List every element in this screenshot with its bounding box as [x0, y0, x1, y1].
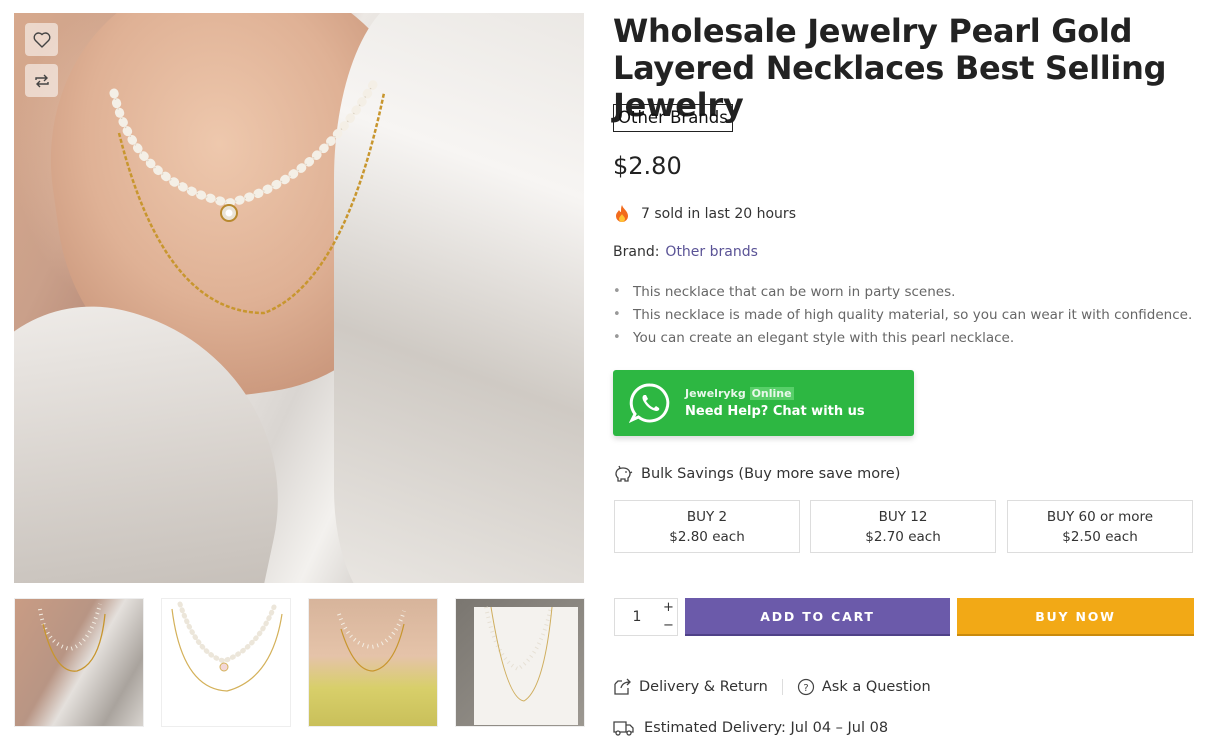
- brand-line: Brand: Other brands: [613, 244, 758, 260]
- bullet-icon: •: [613, 284, 621, 299]
- tier-price: $2.70 each: [865, 528, 941, 545]
- whatsapp-chat-button[interactable]: Jewelrykg Online Need Help? Chat with us: [613, 370, 914, 436]
- add-to-cart-button[interactable]: ADD TO CART: [685, 598, 950, 636]
- ask-question-label: Ask a Question: [821, 679, 931, 695]
- agent-line: Jewelrykg Online: [685, 387, 865, 400]
- buy-now-button[interactable]: BUY NOW: [957, 598, 1194, 636]
- thumbnail-4-necklace: [474, 606, 578, 725]
- heart-icon: [33, 31, 50, 48]
- tier-price: $2.50 each: [1062, 528, 1138, 545]
- quantity-decrease-button[interactable]: −: [659, 617, 678, 635]
- links-divider: [781, 679, 783, 695]
- svg-text:?: ?: [803, 683, 808, 694]
- main-product-image[interactable]: [14, 13, 584, 583]
- truck-icon: [613, 721, 634, 736]
- feature-list: • This necklace that can be worn in party…: [613, 282, 1192, 351]
- tier-label: BUY 2: [686, 508, 728, 525]
- delivery-return-label: Delivery & Return: [639, 679, 768, 695]
- sold-text: 7 sold in last 20 hours: [641, 206, 796, 222]
- feature-item: • You can create an elegant style with th…: [613, 328, 1192, 351]
- help-text: Need Help? Chat with us: [685, 404, 865, 419]
- ask-question-link[interactable]: ? Ask a Question: [797, 678, 931, 696]
- thumbnail-2[interactable]: [161, 598, 291, 727]
- tier-price: $2.80 each: [669, 528, 745, 545]
- agent-name: Jewelrykg: [685, 387, 746, 400]
- bulk-tier-1[interactable]: BUY 2 $2.80 each: [614, 500, 800, 553]
- bulk-tier-3[interactable]: BUY 60 or more $2.50 each: [1007, 500, 1193, 553]
- thumbnail-3[interactable]: [308, 598, 438, 727]
- quantity-input[interactable]: 1: [615, 599, 659, 635]
- brand-link[interactable]: Other brands: [665, 244, 757, 260]
- thumbnail-3-necklace: [337, 610, 406, 672]
- whatsapp-text: Jewelrykg Online Need Help? Chat with us: [685, 387, 865, 419]
- tier-label: BUY 12: [878, 508, 928, 525]
- bullet-icon: •: [613, 330, 621, 345]
- feature-text: You can create an elegant style with thi…: [633, 330, 1015, 346]
- wishlist-button[interactable]: [25, 23, 58, 56]
- compare-button[interactable]: [25, 64, 58, 97]
- tier-label: BUY 60 or more: [1046, 508, 1154, 525]
- feature-text: This necklace that can be worn in party …: [633, 284, 956, 300]
- thumbnail-2-necklace: [171, 601, 283, 692]
- product-links: Delivery & Return ? Ask a Question: [613, 678, 931, 696]
- fire-icon: [616, 205, 628, 222]
- compare-arrows-icon: [34, 74, 49, 87]
- box-share-icon: [614, 678, 631, 695]
- necklace-illustration: [109, 78, 386, 315]
- feature-text: This necklace is made of high quality ma…: [633, 307, 1193, 323]
- thumbnail-1-necklace: [38, 603, 106, 672]
- brand-label: Brand:: [613, 244, 660, 260]
- sold-counter: 7 sold in last 20 hours: [613, 204, 796, 224]
- question-circle-icon: ?: [797, 678, 814, 696]
- estimated-delivery: Estimated Delivery: Jul 04 – Jul 08: [613, 720, 888, 736]
- bulk-savings-heading: Bulk Savings (Buy more save more): [613, 465, 900, 483]
- feature-item: • This necklace is made of high quality m…: [613, 305, 1192, 328]
- piggy-bank-icon: [615, 465, 633, 482]
- thumbnail-1[interactable]: [14, 598, 144, 727]
- estimated-delivery-text: Estimated Delivery: Jul 04 – Jul 08: [644, 720, 889, 736]
- quantity-stepper[interactable]: 1 + −: [614, 598, 678, 636]
- feature-item: • This necklace that can be worn in party…: [613, 282, 1192, 305]
- delivery-return-link[interactable]: Delivery & Return: [613, 678, 768, 696]
- brand-tag[interactable]: Other Brands: [613, 104, 733, 132]
- bulk-tier-2[interactable]: BUY 12 $2.70 each: [810, 500, 996, 553]
- quantity-increase-button[interactable]: +: [659, 599, 678, 617]
- product-price: $2.80: [613, 152, 682, 180]
- whatsapp-icon: [629, 383, 670, 424]
- bullet-icon: •: [613, 307, 621, 322]
- bulk-title: Bulk Savings (Buy more save more): [641, 466, 901, 482]
- thumbnail-4[interactable]: [455, 598, 585, 727]
- online-badge: Online: [749, 387, 794, 400]
